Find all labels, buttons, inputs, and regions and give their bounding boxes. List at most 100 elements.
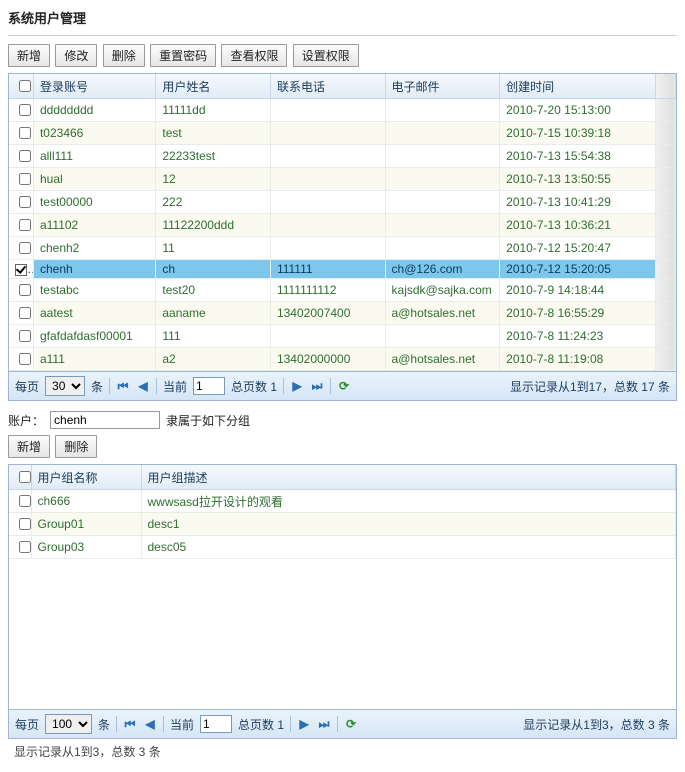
group-grid-empty-area <box>9 559 676 709</box>
table-row[interactable]: chenh2112010-7-12 15:20:47 <box>9 237 676 260</box>
refresh-icon[interactable]: ⟳ <box>344 717 358 731</box>
prev-page-icon[interactable]: ◀ <box>143 717 157 731</box>
header-phone[interactable]: 联系电话 <box>270 74 385 99</box>
pager-current-input[interactable] <box>193 377 225 395</box>
last-page-icon[interactable]: ⏭ <box>310 379 324 393</box>
row-checkbox[interactable] <box>19 284 31 296</box>
header-email[interactable]: 电子邮件 <box>385 74 500 99</box>
account-input[interactable] <box>50 411 160 429</box>
pager-separator <box>330 378 331 394</box>
header-created[interactable]: 创建时间 <box>500 74 656 99</box>
group-header-checkbox[interactable] <box>9 465 31 490</box>
row-checkbox[interactable] <box>19 150 31 162</box>
edit-button[interactable]: 修改 <box>55 44 97 67</box>
scrollbar-track[interactable] <box>655 99 675 122</box>
cell-account: hual <box>33 168 155 191</box>
cell-email: a@hotsales.net <box>385 302 500 325</box>
group-delete-button[interactable]: 删除 <box>55 435 97 458</box>
row-checkbox[interactable] <box>19 104 31 116</box>
cell-name: test20 <box>156 279 271 302</box>
refresh-icon[interactable]: ⟳ <box>337 379 351 393</box>
cell-account: chenh2 <box>33 237 155 260</box>
next-page-icon[interactable]: ▶ <box>290 379 304 393</box>
table-row[interactable]: gfafdafdasf000011112010-7-8 11:24:23 <box>9 325 676 348</box>
pager2-size-select[interactable]: 100 <box>45 714 92 734</box>
cell-account: testabc <box>33 279 155 302</box>
pager2-total-label: 总页数 1 <box>238 716 284 733</box>
table-row[interactable]: dddddddd11111dd2010-7-20 15:13:00 <box>9 99 676 122</box>
cell-phone <box>270 214 385 237</box>
scrollbar-track[interactable] <box>655 302 675 325</box>
table-row[interactable]: a111a213402000000a@hotsales.net2010-7-8 … <box>9 348 676 371</box>
table-row[interactable]: Group03desc05 <box>9 536 676 559</box>
cell-account: a11102 <box>33 214 155 237</box>
row-checkbox[interactable] <box>19 242 31 254</box>
table-row[interactable]: Group01desc1 <box>9 513 676 536</box>
row-checkbox[interactable] <box>19 495 31 507</box>
scrollbar-track[interactable] <box>655 325 675 348</box>
row-checkbox[interactable] <box>15 264 27 276</box>
pager2-current-input[interactable] <box>200 715 232 733</box>
reset-password-button[interactable]: 重置密码 <box>150 44 216 67</box>
table-row[interactable]: hual122010-7-13 13:50:55 <box>9 168 676 191</box>
cell-phone <box>270 237 385 260</box>
group-header-name[interactable]: 用户组名称 <box>31 465 141 490</box>
row-checkbox[interactable] <box>19 353 31 365</box>
row-checkbox[interactable] <box>19 196 31 208</box>
table-row[interactable]: testabctest201111111112kajsdk@sajka.com2… <box>9 279 676 302</box>
scrollbar-track[interactable] <box>655 348 675 371</box>
table-row[interactable]: a1110211122200ddd2010-7-13 10:36:21 <box>9 214 676 237</box>
prev-page-icon[interactable]: ◀ <box>136 379 150 393</box>
scrollbar-track[interactable] <box>655 237 675 260</box>
pager-separator <box>116 716 117 732</box>
set-permission-button[interactable]: 设置权限 <box>293 44 359 67</box>
row-checkbox[interactable] <box>19 307 31 319</box>
pager-separator <box>283 378 284 394</box>
table-row[interactable]: test000002222010-7-13 10:41:29 <box>9 191 676 214</box>
row-checkbox[interactable] <box>19 330 31 342</box>
scrollbar-track[interactable] <box>655 191 675 214</box>
row-checkbox[interactable] <box>19 541 31 553</box>
scrollbar-track[interactable] <box>655 145 675 168</box>
scrollbar-track[interactable] <box>655 260 675 279</box>
row-checkbox[interactable] <box>19 173 31 185</box>
pager2-current-label: 当前 <box>170 716 194 733</box>
table-row[interactable]: aatestaaname13402007400a@hotsales.net201… <box>9 302 676 325</box>
first-page-icon[interactable]: ⏮ <box>123 717 137 731</box>
last-page-icon[interactable]: ⏭ <box>317 717 331 731</box>
table-row[interactable]: chenhch111111ch@126.com2010-7-12 15:20:0… <box>9 260 676 279</box>
footer-summary: 显示记录从1到3，总数 3 条 <box>8 739 677 764</box>
scrollbar-track[interactable] <box>655 168 675 191</box>
header-name[interactable]: 用户姓名 <box>156 74 271 99</box>
row-checkbox[interactable] <box>19 219 31 231</box>
add-button[interactable]: 新增 <box>8 44 50 67</box>
cell-created: 2010-7-13 15:54:38 <box>500 145 656 168</box>
scrollbar-track[interactable] <box>655 122 675 145</box>
table-row[interactable]: t023466test2010-7-15 10:39:18 <box>9 122 676 145</box>
row-checkbox[interactable] <box>19 127 31 139</box>
first-page-icon[interactable]: ⏮ <box>116 379 130 393</box>
account-belongs-label: 隶属于如下分组 <box>166 412 250 429</box>
cell-account: dddddddd <box>33 99 155 122</box>
pager-size-select[interactable]: 30 <box>45 376 85 396</box>
cell-group-desc: desc1 <box>141 513 676 536</box>
scrollbar-track[interactable] <box>655 214 675 237</box>
header-account[interactable]: 登录账号 <box>33 74 155 99</box>
scrollbar-track[interactable] <box>655 74 675 99</box>
cell-group-name: Group03 <box>31 536 141 559</box>
next-page-icon[interactable]: ▶ <box>297 717 311 731</box>
cell-phone <box>270 122 385 145</box>
row-checkbox[interactable] <box>19 518 31 530</box>
cell-phone <box>270 191 385 214</box>
header-checkbox[interactable] <box>9 74 33 99</box>
view-permission-button[interactable]: 查看权限 <box>221 44 287 67</box>
delete-button[interactable]: 删除 <box>103 44 145 67</box>
group-add-button[interactable]: 新增 <box>8 435 50 458</box>
pager-separator <box>337 716 338 732</box>
table-row[interactable]: ch666wwwsasd拉开设计的观看 <box>9 490 676 513</box>
cell-name: 11 <box>156 237 271 260</box>
group-header-desc[interactable]: 用户组描述 <box>141 465 676 490</box>
scrollbar-track[interactable] <box>655 279 675 302</box>
cell-name: 22233test <box>156 145 271 168</box>
table-row[interactable]: alll11122233test2010-7-13 15:54:38 <box>9 145 676 168</box>
